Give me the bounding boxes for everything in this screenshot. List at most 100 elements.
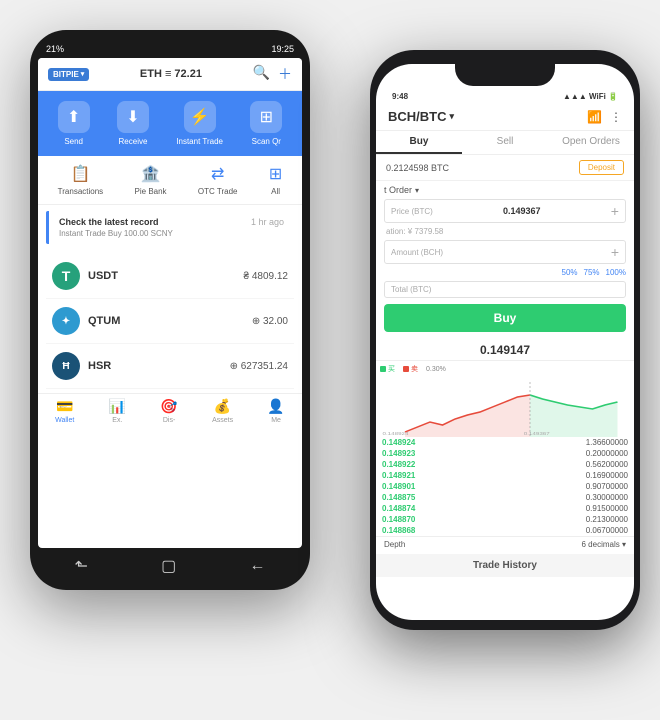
token-item-usdt[interactable]: T USDT ₴ 4809.12 (46, 254, 294, 299)
bitpie-logo[interactable]: BITPIE (48, 68, 89, 81)
android-time: 19:25 (271, 44, 294, 54)
token-item-qtum[interactable]: ✦ QTUM ⊕ 32.00 (46, 299, 294, 344)
transactions-nav[interactable]: 📋 Transactions (58, 164, 104, 196)
ob-buy-rows: 0.148924 1.36600000 0.148923 0.20000000 … (376, 437, 634, 536)
secondary-nav: 📋 Transactions 🏦 Pie Bank ⇄ OTC Trade ⊞ … (38, 156, 302, 205)
android-phone: 21% 19:25 BITPIE ETH ≡ 72.21 🔍 ＋ ⬆ Send (30, 30, 310, 590)
otc-trade-nav[interactable]: ⇄ OTC Trade (198, 164, 238, 196)
svg-text:0.149367: 0.149367 (524, 431, 550, 436)
transactions-icon: 📋 (70, 164, 90, 184)
header-icons: 🔍 ＋ (253, 64, 292, 84)
tab-assets[interactable]: 💰 Assets (212, 398, 233, 424)
pair-title[interactable]: BCH/BTC (388, 109, 454, 124)
ob-row: 0.148868 0.06700000 (380, 525, 630, 536)
assets-icon: 💰 (214, 398, 231, 415)
trade-header-icons: 📶 ⋮ (587, 110, 622, 124)
ob-row: 0.148874 0.91500000 (380, 503, 630, 514)
ob-legend: 买 卖 0.30% (376, 361, 634, 377)
receive-icon: ⬇ (117, 101, 149, 133)
search-icon[interactable]: 🔍 (253, 64, 270, 84)
amount-plus-icon[interactable]: + (611, 244, 619, 260)
iphone: 9:48 ▲▲▲ WiFi 🔋 BCH/BTC 📶 ⋮ Buy Sell Ope… (370, 50, 640, 630)
dis-icon: 🎯 (160, 398, 177, 415)
pie-bank-icon: 🏦 (141, 164, 161, 184)
receive-button[interactable]: ⬇ Receive (117, 101, 149, 146)
deposit-row: 0.2124598 BTC Deposit (376, 155, 634, 181)
tab-bar: 💳 Wallet 📊 Ex. 🎯 Dis- 💰 Assets 👤 (38, 393, 302, 426)
otc-trade-icon: ⇄ (211, 164, 224, 184)
tab-sell[interactable]: Sell (462, 131, 548, 154)
ob-row: 0.148870 0.21300000 (380, 514, 630, 525)
qtum-icon: ✦ (52, 307, 80, 335)
order-section: t Order Price (BTC) 0.149367 + ation: ¥ … (376, 181, 634, 340)
ob-row: 0.148901 0.90700000 (380, 481, 630, 492)
notification-bar[interactable]: Check the latest record 1 hr ago Instant… (46, 211, 294, 244)
back-recent-icon[interactable]: ⬑ (75, 556, 88, 576)
android-nav: ⬑ ▢ ← (38, 548, 302, 580)
order-type-selector[interactable]: t Order (384, 185, 626, 195)
trade-history-button[interactable]: Trade History (376, 554, 634, 577)
me-icon: 👤 (267, 398, 284, 415)
decimals-label: 6 decimals ▾ (582, 540, 627, 549)
deposit-balance: 0.2124598 BTC (386, 163, 449, 173)
legend-sell: 卖 (403, 364, 418, 374)
depth-bar: Depth 6 decimals ▾ (376, 536, 634, 552)
price-chart: 0.148924 0.149367 (380, 377, 630, 437)
ob-row: 0.148922 0.56200000 (380, 459, 630, 470)
tab-ex[interactable]: 📊 Ex. (109, 398, 126, 424)
tab-open-orders[interactable]: Open Orders (548, 131, 634, 154)
trade-header: BCH/BTC 📶 ⋮ (376, 105, 634, 131)
android-signal: 21% (46, 44, 64, 54)
depth-label[interactable]: Depth (384, 540, 405, 549)
percent-75-button[interactable]: 75% (584, 268, 600, 277)
tab-wallet[interactable]: 💳 Wallet (55, 398, 74, 424)
send-button[interactable]: ⬆ Send (58, 101, 90, 146)
total-input-row: Total (BTC) (384, 281, 626, 298)
tab-me[interactable]: 👤 Me (267, 398, 284, 424)
add-icon[interactable]: ＋ (278, 64, 292, 84)
instant-trade-icon: ⚡ (184, 101, 216, 133)
action-buttons: ⬆ Send ⬇ Receive ⚡ Instant Trade ⊞ Scan … (38, 91, 302, 156)
iphone-screen: 9:48 ▲▲▲ WiFi 🔋 BCH/BTC 📶 ⋮ Buy Sell Ope… (376, 64, 634, 620)
ob-row: 0.148921 0.16900000 (380, 470, 630, 481)
token-item-hsr[interactable]: Ħ HSR ⊕ 627351.24 (46, 344, 294, 389)
ob-row: 0.148875 0.30000000 (380, 492, 630, 503)
svg-text:0.148924: 0.148924 (383, 431, 409, 436)
buy-button[interactable]: Buy (384, 304, 626, 332)
home-icon[interactable]: ▢ (161, 556, 176, 576)
instant-trade-button[interactable]: ⚡ Instant Trade (176, 101, 223, 146)
more-icon[interactable]: ⋮ (610, 110, 622, 124)
tab-buy[interactable]: Buy (376, 131, 462, 154)
percent-100-button[interactable]: 100% (606, 268, 626, 277)
all-nav[interactable]: ⊞ All (269, 164, 282, 196)
percent-50-button[interactable]: 50% (562, 268, 578, 277)
iphone-signal: ▲▲▲ WiFi 🔋 (563, 92, 618, 101)
android-status-bar: 21% 19:25 (38, 42, 302, 58)
token-list: T USDT ₴ 4809.12 ✦ QTUM ⊕ 32.00 Ħ HSR ⊕ … (38, 250, 302, 393)
all-icon: ⊞ (269, 164, 282, 184)
chart-icon[interactable]: 📶 (587, 110, 602, 124)
current-price: 0.149147 (376, 340, 634, 361)
percent-change: 0.30% (426, 366, 446, 373)
scene: 21% 19:25 BITPIE ETH ≡ 72.21 🔍 ＋ ⬆ Send (10, 10, 650, 710)
tab-dis[interactable]: 🎯 Dis- (160, 398, 177, 424)
deposit-button[interactable]: Deposit (579, 160, 624, 175)
ob-row: 0.148923 0.20000000 (380, 448, 630, 459)
back-icon[interactable]: ← (249, 557, 265, 575)
pie-bank-nav[interactable]: 🏦 Pie Bank (135, 164, 167, 196)
chart-area: 0.148924 0.149367 (380, 377, 630, 437)
eth-balance: ETH ≡ 72.21 (140, 68, 202, 80)
scan-qr-icon: ⊞ (250, 101, 282, 133)
buy-dot (380, 366, 386, 372)
trade-tabs: Buy Sell Open Orders (376, 131, 634, 155)
send-icon: ⬆ (58, 101, 90, 133)
chevron-down-icon[interactable]: ▾ (622, 540, 626, 549)
wallet-icon: 💳 (56, 398, 73, 415)
price-plus-icon[interactable]: + (611, 203, 619, 219)
iphone-time: 9:48 (392, 92, 408, 101)
app-header: BITPIE ETH ≡ 72.21 🔍 ＋ (38, 58, 302, 91)
hsr-icon: Ħ (52, 352, 80, 380)
iphone-notch (455, 64, 555, 86)
legend-buy: 买 (380, 364, 395, 374)
scan-qr-button[interactable]: ⊞ Scan Qr (250, 101, 282, 146)
